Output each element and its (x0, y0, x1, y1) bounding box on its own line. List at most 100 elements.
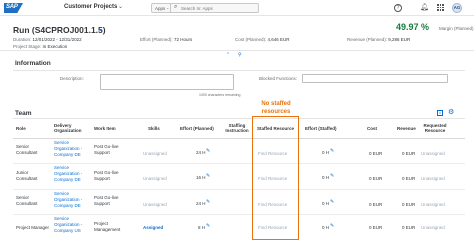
work-item-cell: Post Go-live Support (94, 170, 119, 182)
column-header-effort-planned[interactable]: Effort (Planned) (180, 126, 222, 131)
effort-attribute: Effort (Planned): 72 Hours (140, 37, 192, 42)
skills-link[interactable]: Unassigned (143, 202, 179, 208)
cost-cell: 0 EUR (369, 225, 383, 230)
effort-staffed-text: 0 H (322, 150, 330, 155)
duration-label: Duration: (13, 37, 32, 42)
stage-attribute: Project Stage: In Execution (13, 44, 67, 49)
logo-text: SAP (6, 4, 18, 10)
effort-planned-text: 24 H (196, 150, 206, 155)
effort-staffed-text: 0 H (322, 201, 330, 206)
requested-resource-link[interactable]: Unassigned (421, 151, 455, 157)
delivery-org-link[interactable]: Service Organization - Company DE (54, 140, 90, 159)
information-divider (13, 70, 465, 71)
stage-value: In Execution (42, 44, 68, 49)
search-placeholder[interactable]: Search In: Apps (181, 6, 213, 11)
sap-logo[interactable]: SAP (4, 3, 23, 13)
duration-attribute: Duration: 12/01/2022 - 12/31/2022 (13, 37, 82, 42)
column-header-skills[interactable]: Skills (148, 126, 178, 131)
role-cell: Senior Consultant (16, 195, 38, 207)
effort-planned-value: 8 H (198, 225, 205, 230)
cost-cell: 0 EUR (369, 202, 383, 207)
product-switch-icon[interactable] (437, 4, 444, 11)
column-header-effort-staffed[interactable]: Effort (Staffed) (305, 126, 345, 131)
skills-link[interactable]: Assigned (143, 225, 179, 231)
search-scope-label: Apps (155, 5, 166, 11)
role-cell: Project Manager (16, 225, 50, 230)
edit-pencil-icon[interactable]: ✎ (206, 199, 210, 205)
column-header-cost[interactable]: Cost (367, 126, 387, 131)
column-header-delivery-org[interactable]: Delivery Organization (54, 123, 88, 133)
effort-planned-text: 16 H (196, 175, 206, 180)
app-title[interactable]: Customer Projects (64, 4, 117, 10)
export-excel-icon[interactable]: x (437, 110, 443, 116)
role-cell: Junior Consultant (16, 170, 38, 182)
revenue-value: 9,286 EUR (388, 37, 411, 42)
effort-planned-text: 8 H (198, 225, 206, 230)
delivery-org-link[interactable]: Service Organization - Company US (54, 216, 90, 235)
team-heading: Team (15, 110, 32, 117)
chevron-down-icon[interactable]: ⌄ (118, 3, 123, 10)
requested-resource-link[interactable]: Unassigned (421, 176, 455, 182)
notification-bell-icon[interactable]: 🔔︎ (420, 3, 429, 11)
revenue-cell: 0 EUR (402, 176, 416, 181)
skills-link[interactable]: Unassigned (143, 151, 179, 157)
blocked-functions-select[interactable] (302, 74, 448, 83)
annotation-highlight-box (252, 116, 299, 240)
edit-pencil-icon[interactable]: ✎ (330, 199, 334, 205)
pin-header-icon[interactable]: ⚲ (238, 52, 242, 58)
effort-staffed-value: 0 H (322, 201, 329, 206)
collapse-header-icon[interactable]: ⌃ (226, 52, 230, 58)
edit-pencil-icon[interactable]: ✎ (330, 173, 334, 179)
settings-icon[interactable]: ⚙ (448, 108, 454, 116)
effort-planned-text: 24 H (196, 201, 206, 206)
column-header-role[interactable]: Role (16, 126, 50, 131)
cost-attribute: Cost (Planned): 4,646 EUR (235, 37, 290, 42)
revenue-cell: 0 EUR (402, 202, 416, 207)
chevron-down-icon[interactable]: ⌄ (98, 26, 103, 33)
description-label: Description: (60, 76, 84, 81)
information-heading: Information (15, 60, 51, 67)
column-header-work-item[interactable]: Work Item (94, 126, 134, 131)
character-counter: 1000 characters remaining (199, 93, 241, 97)
work-item-cell: Post Go-live Support (94, 144, 119, 156)
search-field[interactable]: Apps ⌄ ⌕ Search In: Apps (151, 3, 259, 13)
effort-value: 72 Hours (173, 37, 193, 42)
duration-value: 12/01/2022 - 12/31/2022 (32, 37, 82, 42)
cost-cell: 0 EUR (369, 151, 383, 156)
revenue-cell: 0 EUR (402, 225, 416, 230)
description-textarea[interactable] (100, 74, 234, 90)
edit-pencil-icon[interactable]: ✎ (330, 223, 334, 229)
edit-pencil-icon[interactable]: ✎ (330, 148, 334, 154)
effort-staffed-value: 0 H (322, 150, 329, 155)
effort-planned-value: 16 H (196, 175, 206, 180)
header-divider (0, 50, 474, 51)
row-divider (13, 189, 465, 190)
cost-cell: 0 EUR (369, 176, 383, 181)
delivery-org-link[interactable]: Service Organization - Company DE (54, 165, 90, 184)
margin-kpi-label: Margin (Planned) (439, 26, 474, 31)
edit-pencil-icon[interactable]: ✎ (206, 223, 210, 229)
avatar[interactable]: AG (452, 3, 462, 13)
work-item-cell: Project Management (94, 221, 121, 233)
requested-resource-link[interactable]: Unassigned (421, 202, 455, 208)
search-icon[interactable]: ⌕ (174, 4, 177, 11)
page-title: Run (S4CPROJ001.1.5) (13, 25, 106, 35)
skills-link[interactable]: Unassigned (143, 176, 179, 182)
column-header-requested-resource[interactable]: Requested Resource (421, 123, 449, 133)
revenue-cell: 0 EUR (402, 151, 416, 156)
column-header-staffing-instruction[interactable]: Staffing Instruction (224, 123, 250, 133)
table-header-divider (13, 138, 465, 139)
delivery-org-link[interactable]: Service Organization - Company DE (54, 191, 90, 210)
effort-staffed-text: 0 H (322, 175, 330, 180)
effort-staffed-value: 0 H (322, 225, 329, 230)
effort-planned-value: 24 H (196, 201, 206, 206)
edit-pencil-icon[interactable]: ✎ (206, 173, 210, 179)
effort-staffed-value: 0 H (322, 175, 329, 180)
revenue-label: Revenue (Planned): (347, 37, 388, 42)
chevron-down-icon: ⌄ (166, 5, 170, 10)
revenue-attribute: Revenue (Planned): 9,286 EUR (347, 37, 410, 42)
cost-label: Cost (Planned): (235, 37, 267, 42)
edit-pencil-icon[interactable]: ✎ (206, 148, 210, 154)
requested-resource-link[interactable]: Unassigned (421, 225, 455, 231)
help-icon[interactable]: ? (394, 4, 402, 12)
